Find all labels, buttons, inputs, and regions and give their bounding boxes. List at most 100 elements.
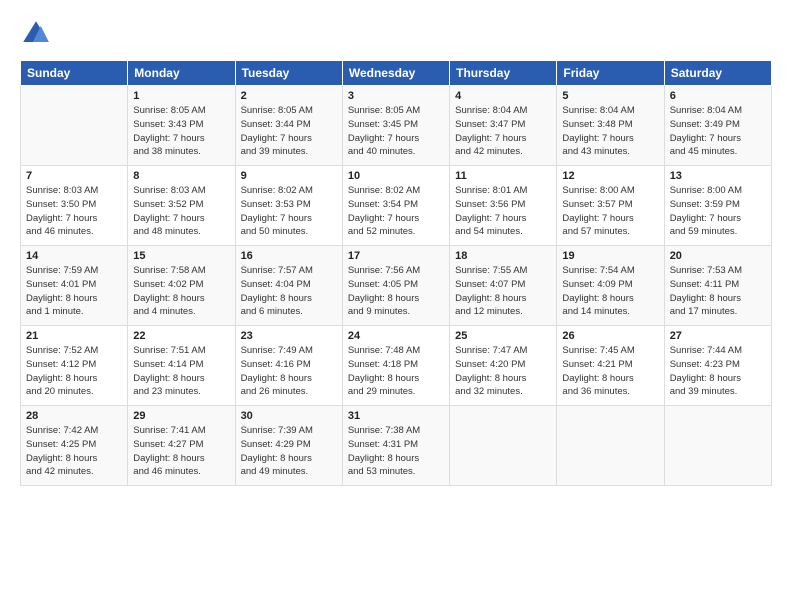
cell-info: Sunrise: 7:41 AMSunset: 4:27 PMDaylight:… (133, 424, 229, 479)
calendar-cell: 3 Sunrise: 8:05 AMSunset: 3:45 PMDaylight… (342, 86, 449, 166)
day-number: 7 (26, 170, 122, 182)
calendar-cell: 16 Sunrise: 7:57 AMSunset: 4:04 PMDayligh… (235, 246, 342, 326)
header-monday: Monday (128, 61, 235, 86)
calendar-cell: 25 Sunrise: 7:47 AMSunset: 4:20 PMDayligh… (450, 326, 557, 406)
day-number: 2 (241, 90, 337, 102)
cell-info: Sunrise: 8:05 AMSunset: 3:43 PMDaylight:… (133, 104, 229, 159)
cell-info: Sunrise: 7:54 AMSunset: 4:09 PMDaylight:… (562, 264, 658, 319)
header-friday: Friday (557, 61, 664, 86)
cell-info: Sunrise: 7:51 AMSunset: 4:14 PMDaylight:… (133, 344, 229, 399)
day-number: 29 (133, 410, 229, 422)
cell-info: Sunrise: 8:01 AMSunset: 3:56 PMDaylight:… (455, 184, 551, 239)
calendar-cell: 22 Sunrise: 7:51 AMSunset: 4:14 PMDayligh… (128, 326, 235, 406)
day-number: 14 (26, 250, 122, 262)
calendar-cell: 4 Sunrise: 8:04 AMSunset: 3:47 PMDaylight… (450, 86, 557, 166)
cell-info: Sunrise: 7:52 AMSunset: 4:12 PMDaylight:… (26, 344, 122, 399)
day-number: 18 (455, 250, 551, 262)
cell-info: Sunrise: 8:03 AMSunset: 3:50 PMDaylight:… (26, 184, 122, 239)
cell-info: Sunrise: 7:39 AMSunset: 4:29 PMDaylight:… (241, 424, 337, 479)
cell-info: Sunrise: 7:44 AMSunset: 4:23 PMDaylight:… (670, 344, 766, 399)
week-row-2: 7 Sunrise: 8:03 AMSunset: 3:50 PMDaylight… (21, 166, 772, 246)
calendar-cell: 13Sunrise: 8:00 AMSunset: 3:59 PMDayligh… (664, 166, 771, 246)
day-number: 10 (348, 170, 444, 182)
day-number: 19 (562, 250, 658, 262)
week-row-3: 14 Sunrise: 7:59 AMSunset: 4:01 PMDayligh… (21, 246, 772, 326)
cell-info: Sunrise: 7:42 AMSunset: 4:25 PMDaylight:… (26, 424, 122, 479)
calendar-cell: 31 Sunrise: 7:38 AMSunset: 4:31 PMDayligh… (342, 406, 449, 486)
calendar-cell: 18 Sunrise: 7:55 AMSunset: 4:07 PMDayligh… (450, 246, 557, 326)
day-number: 28 (26, 410, 122, 422)
cell-info: Sunrise: 7:49 AMSunset: 4:16 PMDaylight:… (241, 344, 337, 399)
cell-info: Sunrise: 7:38 AMSunset: 4:31 PMDaylight:… (348, 424, 444, 479)
day-number: 22 (133, 330, 229, 342)
calendar-cell: 9Sunrise: 8:02 AMSunset: 3:53 PMDaylight… (235, 166, 342, 246)
day-number: 3 (348, 90, 444, 102)
cell-info: Sunrise: 7:58 AMSunset: 4:02 PMDaylight:… (133, 264, 229, 319)
calendar-cell: 10 Sunrise: 8:02 AMSunset: 3:54 PMDayligh… (342, 166, 449, 246)
header-wednesday: Wednesday (342, 61, 449, 86)
cell-info: Sunrise: 7:57 AMSunset: 4:04 PMDaylight:… (241, 264, 337, 319)
day-number: 16 (241, 250, 337, 262)
calendar-cell (557, 406, 664, 486)
day-number: 23 (241, 330, 337, 342)
calendar-cell: 24 Sunrise: 7:48 AMSunset: 4:18 PMDayligh… (342, 326, 449, 406)
week-row-1: 1Sunrise: 8:05 AMSunset: 3:43 PMDaylight… (21, 86, 772, 166)
calendar-cell: 30 Sunrise: 7:39 AMSunset: 4:29 PMDayligh… (235, 406, 342, 486)
cell-info: Sunrise: 7:48 AMSunset: 4:18 PMDaylight:… (348, 344, 444, 399)
calendar-cell: 28 Sunrise: 7:42 AMSunset: 4:25 PMDayligh… (21, 406, 128, 486)
week-row-4: 21 Sunrise: 7:52 AMSunset: 4:12 PMDayligh… (21, 326, 772, 406)
cell-info: Sunrise: 8:04 AMSunset: 3:47 PMDaylight:… (455, 104, 551, 159)
calendar-cell: 14 Sunrise: 7:59 AMSunset: 4:01 PMDayligh… (21, 246, 128, 326)
day-number: 31 (348, 410, 444, 422)
calendar-cell: 20 Sunrise: 7:53 AMSunset: 4:11 PMDayligh… (664, 246, 771, 326)
logo-icon (20, 18, 52, 50)
day-number: 17 (348, 250, 444, 262)
cell-info: Sunrise: 8:04 AMSunset: 3:48 PMDaylight:… (562, 104, 658, 159)
cell-info: Sunrise: 8:03 AMSunset: 3:52 PMDaylight:… (133, 184, 229, 239)
cell-info: Sunrise: 8:04 AMSunset: 3:49 PMDaylight:… (670, 104, 766, 159)
calendar-cell: 19 Sunrise: 7:54 AMSunset: 4:09 PMDayligh… (557, 246, 664, 326)
calendar-cell: 1Sunrise: 8:05 AMSunset: 3:43 PMDaylight… (128, 86, 235, 166)
week-row-5: 28 Sunrise: 7:42 AMSunset: 4:25 PMDayligh… (21, 406, 772, 486)
cell-info: Sunrise: 8:05 AMSunset: 3:45 PMDaylight:… (348, 104, 444, 159)
calendar-cell: 17 Sunrise: 7:56 AMSunset: 4:05 PMDayligh… (342, 246, 449, 326)
calendar-cell: 5 Sunrise: 8:04 AMSunset: 3:48 PMDaylight… (557, 86, 664, 166)
cell-info: Sunrise: 7:59 AMSunset: 4:01 PMDaylight:… (26, 264, 122, 319)
cell-info: Sunrise: 8:05 AMSunset: 3:44 PMDaylight:… (241, 104, 337, 159)
calendar-cell: 21 Sunrise: 7:52 AMSunset: 4:12 PMDayligh… (21, 326, 128, 406)
cell-info: Sunrise: 7:55 AMSunset: 4:07 PMDaylight:… (455, 264, 551, 319)
calendar-cell: 11Sunrise: 8:01 AMSunset: 3:56 PMDayligh… (450, 166, 557, 246)
cell-info: Sunrise: 7:56 AMSunset: 4:05 PMDaylight:… (348, 264, 444, 319)
logo (20, 18, 56, 50)
calendar-cell: 8 Sunrise: 8:03 AMSunset: 3:52 PMDaylight… (128, 166, 235, 246)
cell-info: Sunrise: 7:47 AMSunset: 4:20 PMDaylight:… (455, 344, 551, 399)
header (20, 18, 772, 50)
day-number: 30 (241, 410, 337, 422)
calendar-cell: 2 Sunrise: 8:05 AMSunset: 3:44 PMDaylight… (235, 86, 342, 166)
day-number: 9 (241, 170, 337, 182)
day-number: 27 (670, 330, 766, 342)
day-number: 8 (133, 170, 229, 182)
cell-info: Sunrise: 7:53 AMSunset: 4:11 PMDaylight:… (670, 264, 766, 319)
calendar-header-row: SundayMondayTuesdayWednesdayThursdayFrid… (21, 61, 772, 86)
calendar-cell (664, 406, 771, 486)
day-number: 12 (562, 170, 658, 182)
day-number: 21 (26, 330, 122, 342)
day-number: 25 (455, 330, 551, 342)
day-number: 5 (562, 90, 658, 102)
day-number: 24 (348, 330, 444, 342)
day-number: 13 (670, 170, 766, 182)
calendar-cell: 6Sunrise: 8:04 AMSunset: 3:49 PMDaylight… (664, 86, 771, 166)
calendar-cell: 26Sunrise: 7:45 AMSunset: 4:21 PMDayligh… (557, 326, 664, 406)
calendar-cell: 27 Sunrise: 7:44 AMSunset: 4:23 PMDayligh… (664, 326, 771, 406)
calendar-cell (450, 406, 557, 486)
calendar-table: SundayMondayTuesdayWednesdayThursdayFrid… (20, 60, 772, 486)
cell-info: Sunrise: 8:02 AMSunset: 3:54 PMDaylight:… (348, 184, 444, 239)
calendar-cell (21, 86, 128, 166)
calendar-cell: 23 Sunrise: 7:49 AMSunset: 4:16 PMDayligh… (235, 326, 342, 406)
cell-info: Sunrise: 7:45 AMSunset: 4:21 PMDaylight:… (562, 344, 658, 399)
header-sunday: Sunday (21, 61, 128, 86)
day-number: 4 (455, 90, 551, 102)
day-number: 20 (670, 250, 766, 262)
calendar-cell: 15Sunrise: 7:58 AMSunset: 4:02 PMDayligh… (128, 246, 235, 326)
